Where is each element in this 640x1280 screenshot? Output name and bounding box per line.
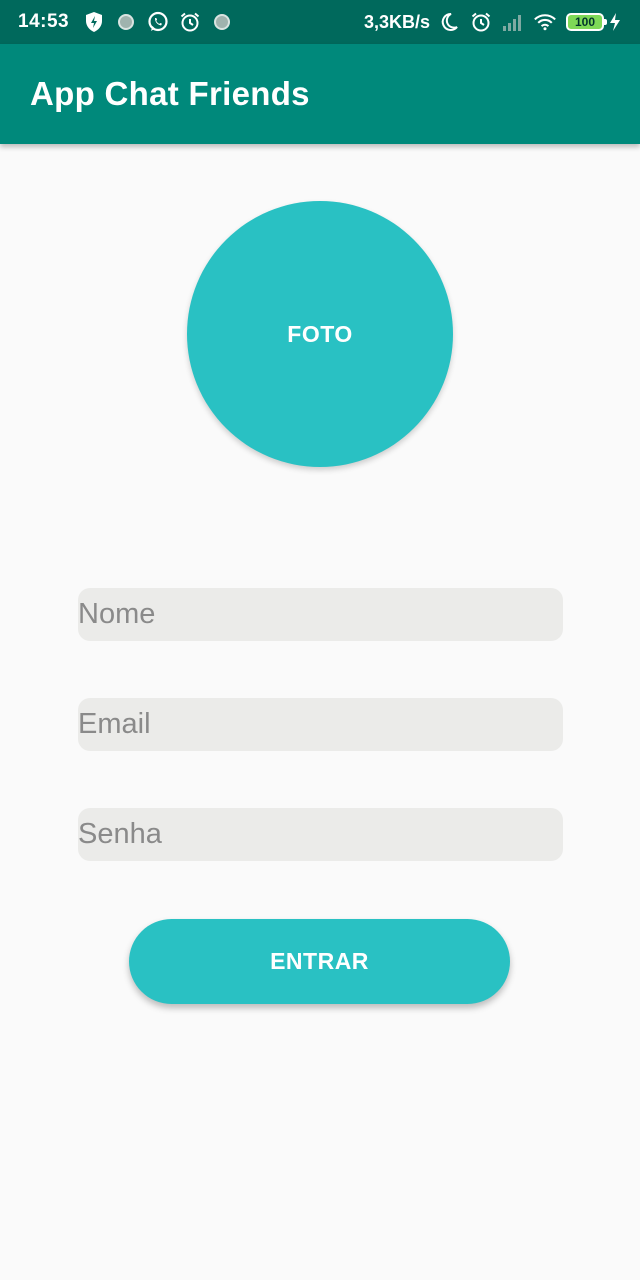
enter-button-label: ENTRAR xyxy=(270,948,369,974)
status-bar: 14:53 3,3KB/s 100 xyxy=(0,0,640,44)
network-speed: 3,3KB/s xyxy=(363,11,430,32)
photo-picker-button[interactable]: FOTO xyxy=(187,201,453,467)
battery-icon: 100 xyxy=(566,13,607,31)
enter-button[interactable]: ENTRAR xyxy=(129,919,510,1004)
password-input[interactable] xyxy=(78,808,563,861)
notification-dot-icon xyxy=(115,11,137,33)
whatsapp-icon xyxy=(147,11,169,33)
app-title: App Chat Friends xyxy=(30,75,310,112)
signal-icon xyxy=(502,11,524,33)
status-right: 3,3KB/s 100 xyxy=(364,11,622,33)
status-time: 14:53 xyxy=(18,11,70,32)
app-bar: App Chat Friends xyxy=(0,44,640,144)
register-screen: 14:53 3,3KB/s 100 App Chat Friends FOTO … xyxy=(0,0,640,1280)
email-input[interactable] xyxy=(78,698,563,751)
alarm-icon xyxy=(470,11,492,33)
photo-picker-label: FOTO xyxy=(287,320,353,347)
alarm-icon xyxy=(179,11,201,33)
shield-bolt-icon xyxy=(83,11,105,33)
charging-icon xyxy=(608,11,622,33)
moon-icon xyxy=(438,11,460,33)
notification-dot-icon xyxy=(211,11,233,33)
name-input[interactable] xyxy=(78,588,563,641)
status-left: 14:53 xyxy=(18,11,243,33)
wifi-icon xyxy=(534,11,556,33)
